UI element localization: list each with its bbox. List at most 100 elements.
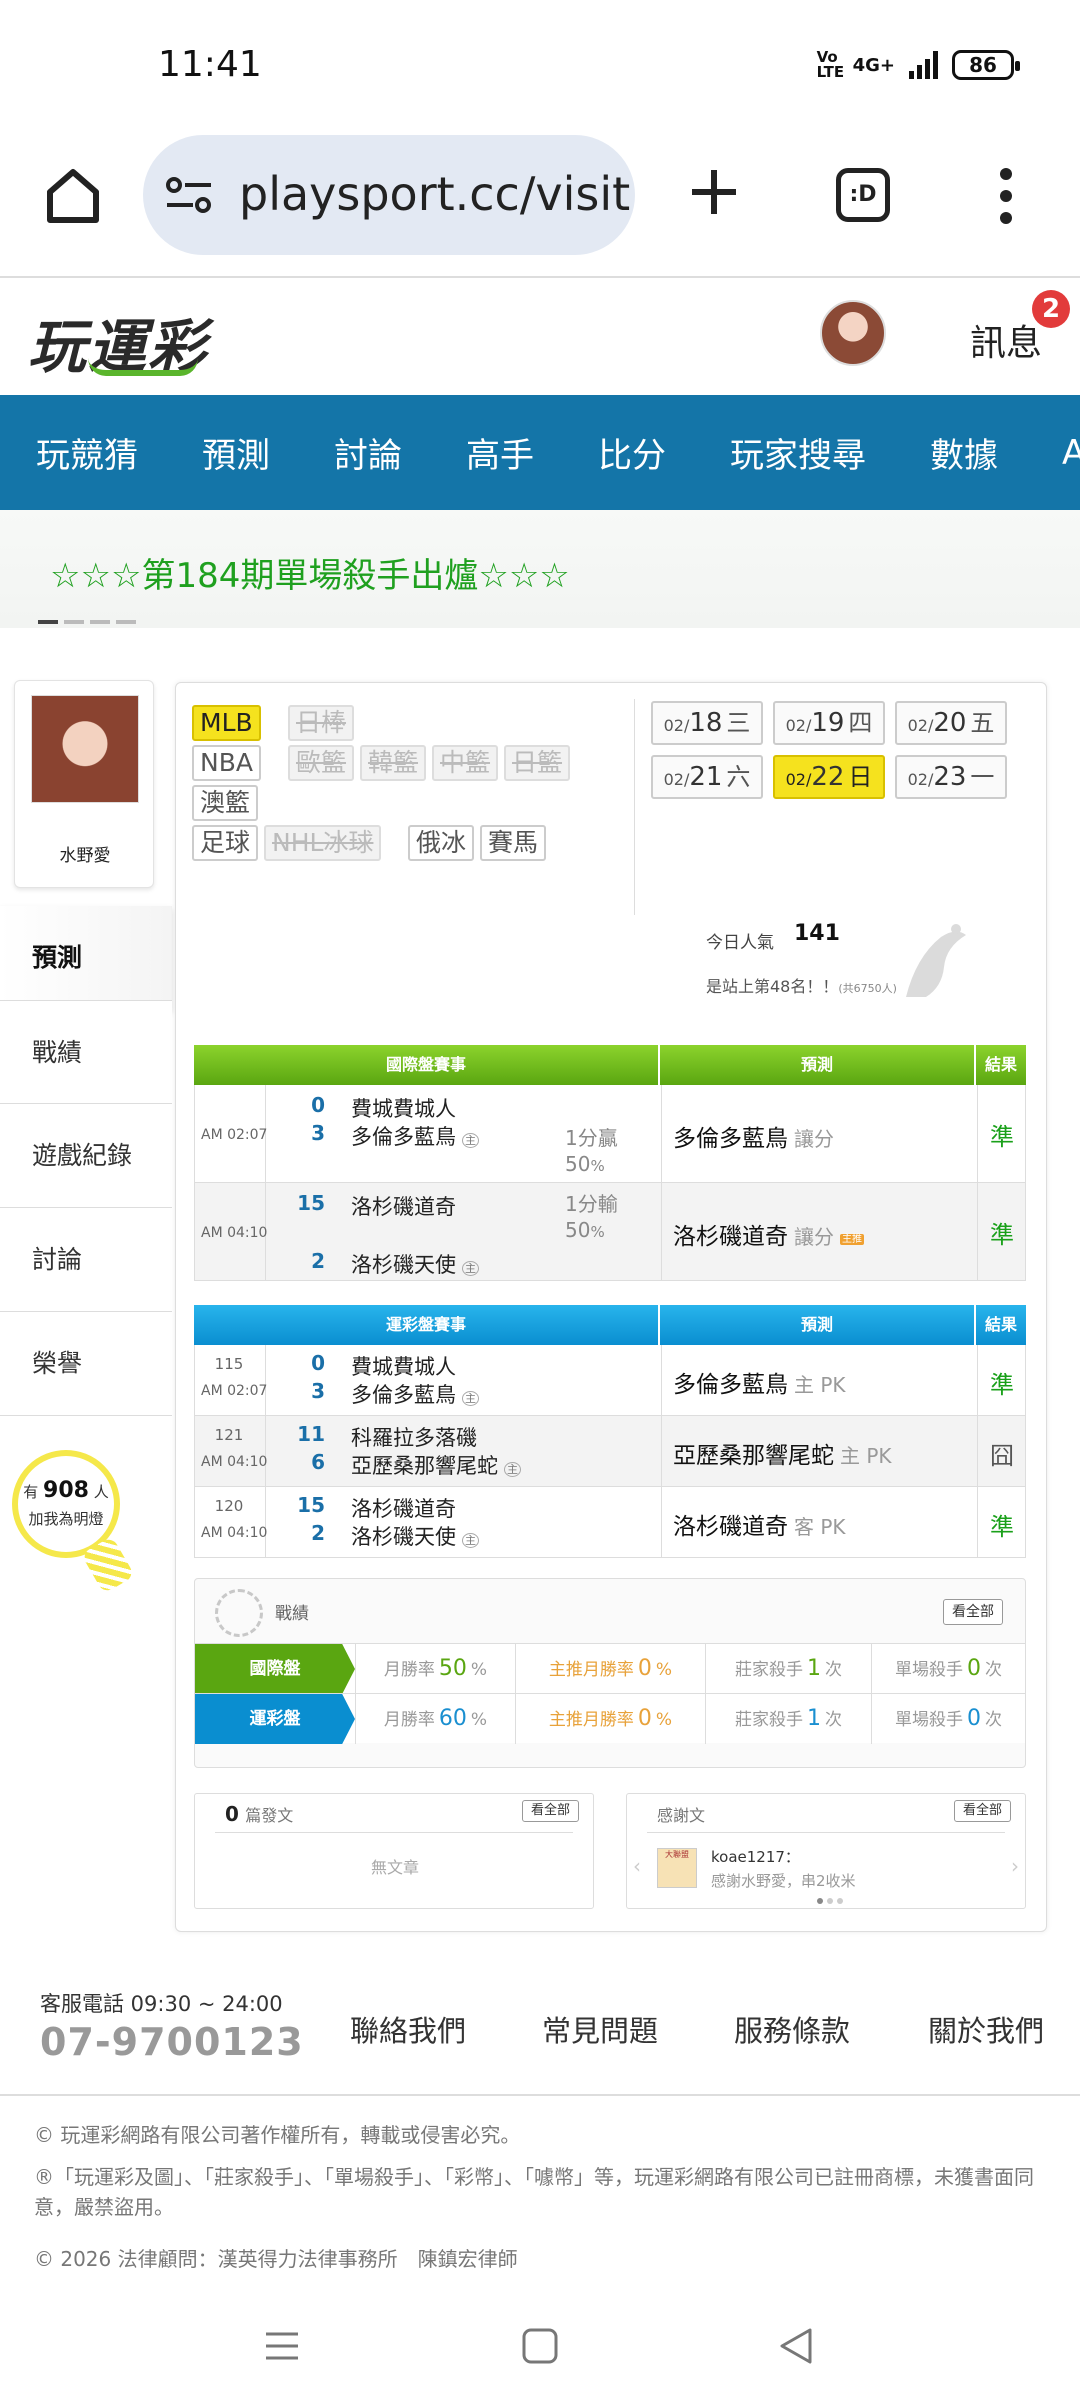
away-team[interactable]: 費城費城人 — [351, 1351, 456, 1381]
footer-link-faq[interactable]: 常見問題 — [542, 2008, 658, 2050]
banker-killer-label: 莊家殺手 — [735, 1660, 803, 1680]
home-button-icon[interactable] — [520, 2326, 560, 2366]
pick-team[interactable]: 多倫多藍鳥 讓分 — [673, 1119, 834, 1153]
side-tab-honors[interactable]: 榮譽 — [0, 1312, 172, 1416]
away-team[interactable]: 科羅拉多落磯 — [351, 1422, 477, 1452]
home-team[interactable]: 多倫多藍鳥主 — [351, 1121, 479, 1151]
home-team-name: 亞歷桑那響尾蛇 — [351, 1454, 498, 1478]
pick-team[interactable]: 亞歷桑那響尾蛇主 PK — [673, 1436, 892, 1470]
posts-box: 0 篇發文 看全部 無文章 — [194, 1793, 594, 1909]
date-tag-21[interactable]: 02/21 六 — [651, 755, 763, 799]
side-tab-discuss[interactable]: 討論 — [0, 1208, 172, 1312]
pick-team[interactable]: 洛杉磯道奇 讓分 主推 — [673, 1217, 864, 1251]
site-logo[interactable]: 玩運彩 — [28, 300, 208, 384]
nav-item-predict[interactable]: 預測 — [166, 428, 270, 477]
announcement-banner[interactable]: ☆☆☆第184期單場殺手出爐☆☆☆ — [0, 510, 1080, 628]
posts-view-all-button[interactable]: 看全部 — [521, 1800, 579, 1822]
pick-name: 多倫多藍鳥 — [673, 1126, 788, 1152]
profile-avatar[interactable] — [31, 695, 139, 803]
league-tag-row4-0[interactable]: 足球 — [192, 825, 259, 861]
banker-killer-unit: 次 — [825, 1710, 842, 1730]
new-tab-icon[interactable] — [688, 166, 740, 218]
thanks-avatar[interactable]: 大聯盟 — [657, 1848, 697, 1888]
league-tag-row1-0[interactable]: MLB — [192, 705, 261, 741]
league-tag-row2-0[interactable]: NBA — [192, 745, 261, 781]
league-tag-row2-3: 中籃 — [432, 745, 499, 781]
date-weekday: 五 — [970, 709, 995, 737]
site-settings-icon[interactable] — [165, 175, 213, 215]
banner-text[interactable]: ☆☆☆第184期單場殺手出爐☆☆☆ — [50, 548, 570, 597]
date-tag-23[interactable]: 02/23 一 — [895, 755, 1007, 799]
date-tag-20[interactable]: 02/20 五 — [895, 701, 1007, 745]
nav-item-player-search[interactable]: 玩家搜尋 — [694, 428, 866, 477]
thanks-prev-icon[interactable]: ‹ — [633, 1854, 641, 1878]
pick-name: 洛杉磯道奇 — [673, 1224, 788, 1250]
intl-col-match: 國際盤賽事 — [194, 1045, 660, 1085]
profile-name[interactable]: 水野愛 — [15, 841, 155, 866]
league-tag-row3-0[interactable]: 澳籃 — [192, 785, 259, 821]
side-tab-record[interactable]: 戰績 — [0, 1000, 172, 1104]
url-text[interactable]: playsport.cc/visit — [239, 167, 630, 221]
thanks-next-icon[interactable]: › — [1011, 1854, 1019, 1878]
address-bar[interactable]: playsport.cc/visit — [143, 135, 635, 255]
result-mark: 準 — [990, 1123, 1014, 1151]
league-tag-row2-2: 韓籃 — [360, 745, 427, 781]
side-tab-predict[interactable]: 預測 — [0, 906, 172, 1010]
back-icon[interactable] — [776, 2326, 816, 2366]
away-score: 15 — [297, 1493, 325, 1517]
date-month: 02/ — [785, 716, 812, 735]
messages-link[interactable]: 訊息 — [970, 314, 1042, 366]
nav-item-data[interactable]: 數據 — [894, 428, 998, 477]
tab-switcher-button[interactable]: :D — [836, 168, 890, 222]
home-team[interactable]: 多倫多藍鳥主 — [351, 1379, 479, 1409]
profile-card[interactable]: 水野愛 — [14, 680, 154, 888]
home-team[interactable]: 洛杉磯天使主 — [351, 1521, 479, 1551]
away-score: 15 — [297, 1191, 325, 1215]
single-killer-value: 0 — [967, 1706, 981, 1731]
nav-item-discuss[interactable]: 討論 — [298, 428, 402, 477]
pick-team[interactable]: 多倫多藍鳥主 PK — [673, 1365, 846, 1399]
date-tag-18[interactable]: 02/18 三 — [651, 701, 763, 745]
footer-link-contact[interactable]: 聯絡我們 — [350, 2008, 466, 2050]
thanks-view-all-button[interactable]: 看全部 — [953, 1800, 1011, 1822]
date-tag-22[interactable]: 02/22 日 — [773, 755, 885, 799]
home-icon[interactable] — [42, 164, 104, 226]
month-rate-unit: % — [470, 1710, 488, 1730]
nav-item-guess[interactable]: 玩競猜 — [0, 428, 138, 477]
local-row: 121 AM 04:10 11 科羅拉多落磯 6 亞歷桑那響尾蛇主亞歷桑那響尾蛇主 PK 囧 — [194, 1416, 1026, 1487]
single-killer-label: 單場殺手 — [895, 1710, 963, 1730]
follow-light-button[interactable]: 有 908 人 加我為明燈 — [12, 1450, 136, 1600]
home-team[interactable]: 洛杉磯天使主 — [351, 1249, 479, 1279]
home-team[interactable]: 亞歷桑那響尾蛇主 — [351, 1450, 521, 1480]
nav-item-scores[interactable]: 比分 — [562, 428, 666, 477]
home-score: 3 — [311, 1121, 325, 1145]
pick-note: 主 PK — [794, 1373, 846, 1397]
nav-item-experts[interactable]: 高手 — [430, 428, 534, 477]
record-label[interactable]: 運彩盤 — [195, 1694, 355, 1744]
volte-icon: Vo LTE — [816, 48, 845, 81]
cell-divider — [661, 1345, 662, 1415]
away-team[interactable]: 洛杉磯道奇 — [351, 1493, 456, 1523]
footer-link-terms[interactable]: 服務條款 — [734, 2008, 850, 2050]
main-rate-unit: % — [655, 1710, 673, 1730]
service-phone[interactable]: 07-9700123 — [40, 2020, 304, 2064]
footer-link-about[interactable]: 關於我們 — [928, 2008, 1044, 2050]
nav-item-app[interactable]: APP — [1026, 433, 1080, 473]
date-month: 02/ — [785, 770, 812, 789]
away-team[interactable]: 洛杉磯道奇 — [351, 1191, 456, 1221]
league-tag-row4-3[interactable]: 賽馬 — [480, 825, 547, 861]
status-icons: Vo LTE 4G+ 86 — [816, 48, 1020, 81]
user-avatar[interactable] — [820, 300, 886, 366]
pick-team[interactable]: 洛杉磯道奇客 PK — [673, 1507, 846, 1541]
away-team[interactable]: 費城費城人 — [351, 1093, 456, 1123]
record-label[interactable]: 國際盤 — [195, 1644, 355, 1694]
league-tag-row4-2[interactable]: 俄冰 — [408, 825, 475, 861]
side-tab-game-log[interactable]: 遊戲紀錄 — [0, 1104, 172, 1208]
main-nav: 玩競猜 預測 討論 高手 比分 玩家搜尋 數據 APP — [0, 395, 1080, 510]
more-menu-icon[interactable] — [996, 168, 1016, 228]
thanks-user[interactable]: koae1217： — [711, 1846, 800, 1867]
record-view-all-button[interactable]: 看全部 — [943, 1599, 1003, 1625]
recent-apps-icon[interactable] — [262, 2326, 302, 2366]
date-tag-19[interactable]: 02/19 四 — [773, 701, 885, 745]
light-suffix: 人 — [93, 1483, 109, 1501]
